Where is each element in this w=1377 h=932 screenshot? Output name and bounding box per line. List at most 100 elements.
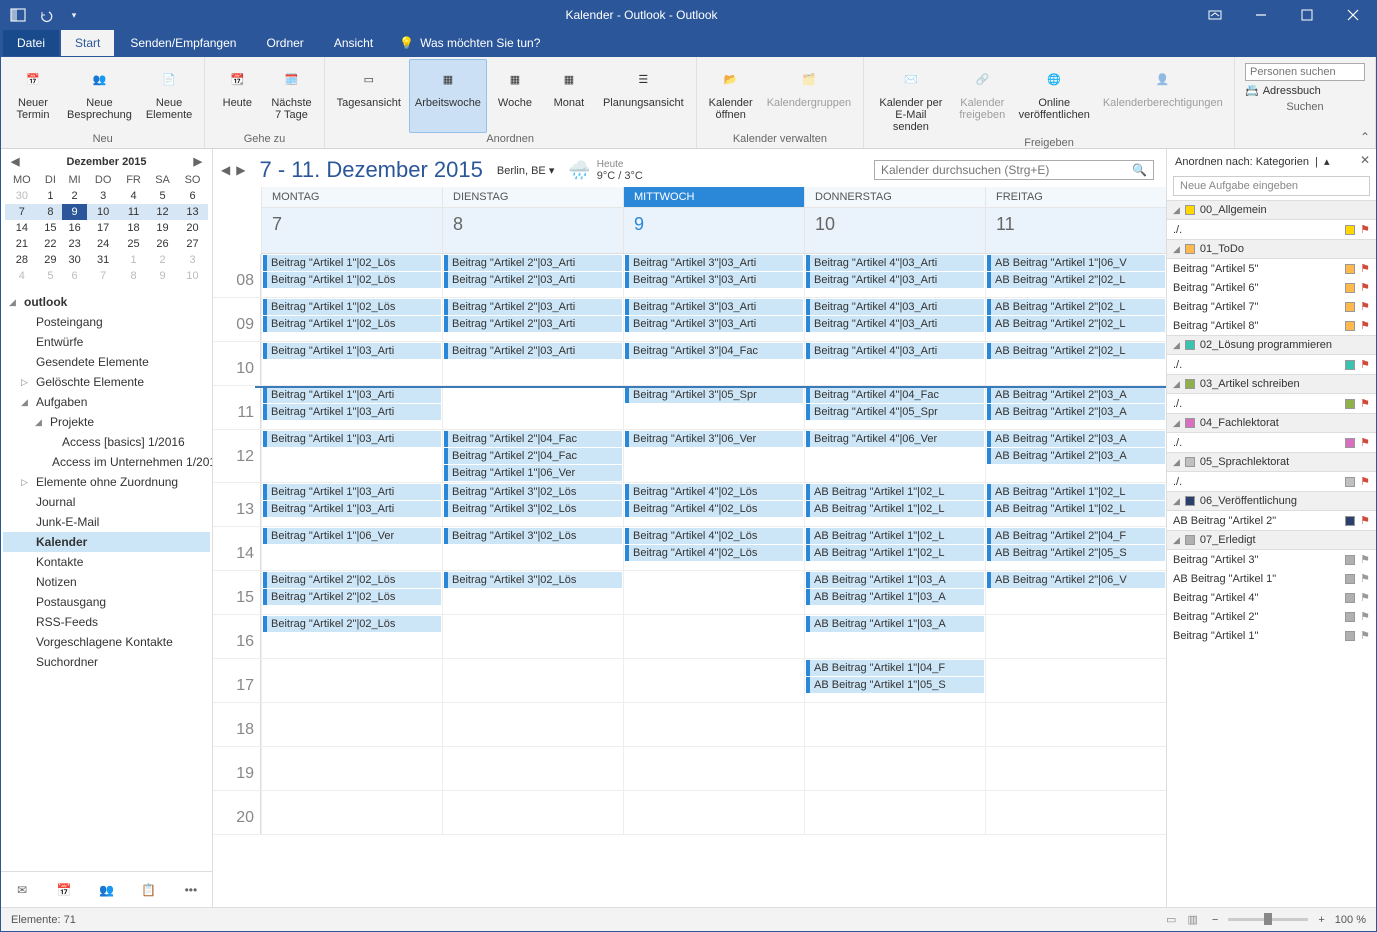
nav-item[interactable]: Notizen — [3, 572, 210, 592]
todo-item[interactable]: ./.⚑ — [1167, 355, 1376, 374]
appointment[interactable]: AB Beitrag "Artikel 1"|03_A — [806, 589, 984, 605]
appointment[interactable]: AB Beitrag "Artikel 1"|02_L — [806, 501, 984, 517]
day-cell[interactable]: Beitrag "Artikel 3"|04_Fac — [623, 342, 804, 385]
minical-day[interactable]: 31 — [87, 252, 119, 268]
day-cell[interactable]: Beitrag "Artikel 4"|03_ArtiBeitrag "Arti… — [804, 254, 985, 297]
appointment[interactable]: Beitrag "Artikel 1"|03_Arti — [263, 484, 441, 500]
day-cell[interactable] — [442, 659, 623, 702]
day-cell[interactable] — [985, 703, 1166, 746]
weekview-button[interactable]: ▦Woche — [489, 59, 541, 133]
todo-item[interactable]: ./.⚑ — [1167, 472, 1376, 491]
appointment[interactable]: AB Beitrag "Artikel 1"|03_A — [806, 616, 984, 632]
appointment[interactable]: Beitrag "Artikel 2"|02_Lös — [263, 616, 441, 632]
day-cell[interactable]: AB Beitrag "Artikel 2"|06_V — [985, 571, 1166, 614]
appointment[interactable]: Beitrag "Artikel 2"|03_Arti — [444, 272, 622, 288]
appointment[interactable]: Beitrag "Artikel 2"|04_Fac — [444, 448, 622, 464]
minical-day[interactable]: 9 — [62, 204, 87, 220]
appointment[interactable]: AB Beitrag "Artikel 1"|03_A — [806, 572, 984, 588]
appointment[interactable]: Beitrag "Artikel 4"|03_Arti — [806, 272, 984, 288]
day-cell[interactable]: Beitrag "Artikel 1"|03_ArtiBeitrag "Arti… — [261, 483, 442, 526]
minical-day[interactable]: 20 — [177, 220, 208, 236]
minical-day[interactable]: 11 — [119, 204, 148, 220]
appointment[interactable]: Beitrag "Artikel 1"|02_Lös — [263, 316, 441, 332]
day-cell[interactable]: Beitrag "Artikel 2"|02_LösBeitrag "Artik… — [261, 571, 442, 614]
nav-item[interactable]: ◢Aufgaben — [3, 392, 210, 412]
minical-day[interactable]: 8 — [119, 268, 148, 284]
nav-people-icon[interactable]: 👥 — [85, 872, 127, 907]
nav-item[interactable]: Access [basics] 1/2016 — [3, 432, 210, 452]
day-cell[interactable]: Beitrag "Artikel 3"|06_Ver — [623, 430, 804, 482]
appointment[interactable]: Beitrag "Artikel 3"|02_Lös — [444, 501, 622, 517]
calendar-search-input[interactable] — [881, 163, 1132, 177]
nav-item[interactable]: Postausgang — [3, 592, 210, 612]
appointment[interactable]: Beitrag "Artikel 1"|03_Arti — [263, 343, 441, 359]
appointment[interactable]: AB Beitrag "Artikel 2"|03_A — [987, 431, 1165, 447]
day-cell[interactable]: Beitrag "Artikel 2"|03_ArtiBeitrag "Arti… — [442, 298, 623, 341]
todo-item[interactable]: Beitrag "Artikel 6"⚑ — [1167, 278, 1376, 297]
appointment[interactable]: Beitrag "Artikel 2"|04_Fac — [444, 431, 622, 447]
minical-day[interactable]: 12 — [148, 204, 177, 220]
zoom-in[interactable]: + — [1318, 914, 1324, 926]
minical-day[interactable]: 7 — [5, 204, 39, 220]
appointment[interactable]: Beitrag "Artikel 1"|02_Lös — [263, 255, 441, 271]
minical-day[interactable]: 5 — [39, 268, 62, 284]
day-cell[interactable] — [985, 791, 1166, 834]
appointment[interactable]: AB Beitrag "Artikel 1"|02_L — [806, 545, 984, 561]
search-people-input[interactable] — [1245, 63, 1365, 81]
minical-day[interactable]: 13 — [177, 204, 208, 220]
day-cell[interactable]: Beitrag "Artikel 2"|04_FacBeitrag "Artik… — [442, 430, 623, 482]
cal-next[interactable]: ▶ — [236, 163, 245, 177]
minical-day[interactable]: 30 — [5, 188, 39, 204]
minical-day[interactable]: 3 — [177, 252, 208, 268]
nav-item[interactable]: ◢Projekte — [3, 412, 210, 432]
day-cell[interactable]: Beitrag "Artikel 1"|06_Ver — [261, 527, 442, 570]
day-cell[interactable]: Beitrag "Artikel 1"|02_LösBeitrag "Artik… — [261, 254, 442, 297]
appointment[interactable]: Beitrag "Artikel 3"|04_Fac — [625, 343, 803, 359]
collapse-ribbon-icon[interactable]: ⌃ — [1360, 130, 1370, 144]
appointment[interactable]: AB Beitrag "Artikel 2"|05_S — [987, 545, 1165, 561]
day-cell[interactable]: Beitrag "Artikel 3"|02_Lös — [442, 571, 623, 614]
calendar-search[interactable]: 🔍 — [874, 160, 1154, 180]
nav-item[interactable]: Gesendete Elemente — [3, 352, 210, 372]
appointment[interactable]: AB Beitrag "Artikel 2"|02_L — [987, 343, 1165, 359]
minical-day[interactable]: 26 — [148, 236, 177, 252]
day-cell[interactable]: AB Beitrag "Artikel 1"|02_LAB Beitrag "A… — [985, 483, 1166, 526]
search-icon[interactable]: 🔍 — [1132, 163, 1147, 177]
day-cell[interactable]: Beitrag "Artikel 2"|03_ArtiBeitrag "Arti… — [442, 254, 623, 297]
appointment[interactable]: AB Beitrag "Artikel 1"|05_S — [806, 677, 984, 693]
minical-next[interactable]: ▶ — [188, 155, 208, 168]
nav-calendar-icon[interactable]: 📅 — [43, 872, 85, 907]
minical-day[interactable]: 28 — [5, 252, 39, 268]
todo-category[interactable]: ◢01_ToDo — [1167, 239, 1376, 259]
day-cell[interactable] — [261, 703, 442, 746]
appointment[interactable]: Beitrag "Artikel 1"|06_Ver — [444, 465, 622, 481]
day-cell[interactable]: Beitrag "Artikel 2"|03_Arti — [442, 342, 623, 385]
day-cell[interactable]: Beitrag "Artikel 1"|03_Arti — [261, 430, 442, 482]
appointment[interactable]: AB Beitrag "Artikel 2"|03_A — [987, 404, 1165, 420]
minical-day[interactable]: 23 — [62, 236, 87, 252]
day-cell[interactable]: Beitrag "Artikel 4"|03_Arti — [804, 342, 985, 385]
day-cell[interactable]: Beitrag "Artikel 3"|02_LösBeitrag "Artik… — [442, 483, 623, 526]
new-appointment-button[interactable]: 📅Neuer Termin — [7, 59, 59, 133]
day-cell[interactable]: Beitrag "Artikel 3"|03_ArtiBeitrag "Arti… — [623, 254, 804, 297]
appointment[interactable]: Beitrag "Artikel 2"|02_Lös — [263, 572, 441, 588]
day-cell[interactable]: AB Beitrag "Artikel 2"|02_LAB Beitrag "A… — [985, 298, 1166, 341]
minical-day[interactable]: 22 — [39, 236, 62, 252]
new-meeting-button[interactable]: 👥Neue Besprechung — [61, 59, 138, 133]
nav-item[interactable]: Kalender — [3, 532, 210, 552]
day-cell[interactable]: AB Beitrag "Artikel 1"|04_FAB Beitrag "A… — [804, 659, 985, 702]
todo-item[interactable]: ./.⚑ — [1167, 433, 1376, 452]
appointment[interactable]: Beitrag "Artikel 3"|03_Arti — [625, 299, 803, 315]
publish-online-button[interactable]: 🌐Online veröffentlichen — [1013, 59, 1096, 137]
minical-day[interactable]: 4 — [119, 188, 148, 204]
close-button[interactable] — [1330, 1, 1376, 29]
minical-day[interactable]: 6 — [177, 188, 208, 204]
appointment[interactable]: AB Beitrag "Artikel 2"|02_L — [987, 316, 1165, 332]
appointment[interactable]: Beitrag "Artikel 1"|02_Lös — [263, 272, 441, 288]
appointment[interactable]: Beitrag "Artikel 4"|03_Arti — [806, 299, 984, 315]
todo-item[interactable]: Beitrag "Artikel 5"⚑ — [1167, 259, 1376, 278]
appointment[interactable]: Beitrag "Artikel 4"|02_Lös — [625, 528, 803, 544]
appointment[interactable]: Beitrag "Artikel 4"|04_Fac — [806, 387, 984, 403]
minical-day[interactable]: 16 — [62, 220, 87, 236]
day-cell[interactable] — [261, 791, 442, 834]
